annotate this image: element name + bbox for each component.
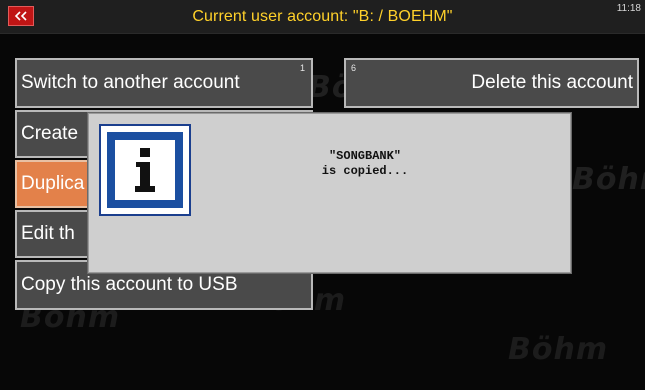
dialog-message-line1: "SONGBANK" xyxy=(328,149,401,163)
switch-account-button[interactable]: Switch to another account 1 xyxy=(15,58,313,108)
page-title: Current user account: "B: / BOEHM" xyxy=(192,8,453,25)
create-account-label: Create xyxy=(21,123,79,144)
button-number: 1 xyxy=(299,63,305,73)
clock: 11:18 xyxy=(616,3,641,14)
copy-to-usb-label: Copy this account to USB xyxy=(21,274,238,295)
info-icon xyxy=(99,124,191,216)
brand-watermark: Böhm xyxy=(508,332,609,367)
dialog-message: "SONGBANK" is copied... xyxy=(287,149,443,179)
duplicate-account-label: Duplica xyxy=(21,173,85,194)
info-dialog: "SONGBANK" is copied... xyxy=(88,113,571,273)
info-glyph-icon xyxy=(135,148,155,192)
screen: Böhm Böhm Böhm Böhm Böhm Current user ac… xyxy=(0,0,645,390)
brand-watermark: Böhm xyxy=(572,162,645,197)
dialog-message-line2: is copied... xyxy=(321,164,409,178)
switch-account-label: Switch to another account xyxy=(21,72,240,93)
delete-account-label: Delete this account xyxy=(471,72,633,93)
delete-account-button[interactable]: 6 Delete this account xyxy=(344,58,639,108)
edit-account-label: Edit th xyxy=(21,223,75,244)
title-bar: Current user account: "B: / BOEHM" 11:18 xyxy=(0,0,645,34)
button-number: 6 xyxy=(351,63,357,73)
